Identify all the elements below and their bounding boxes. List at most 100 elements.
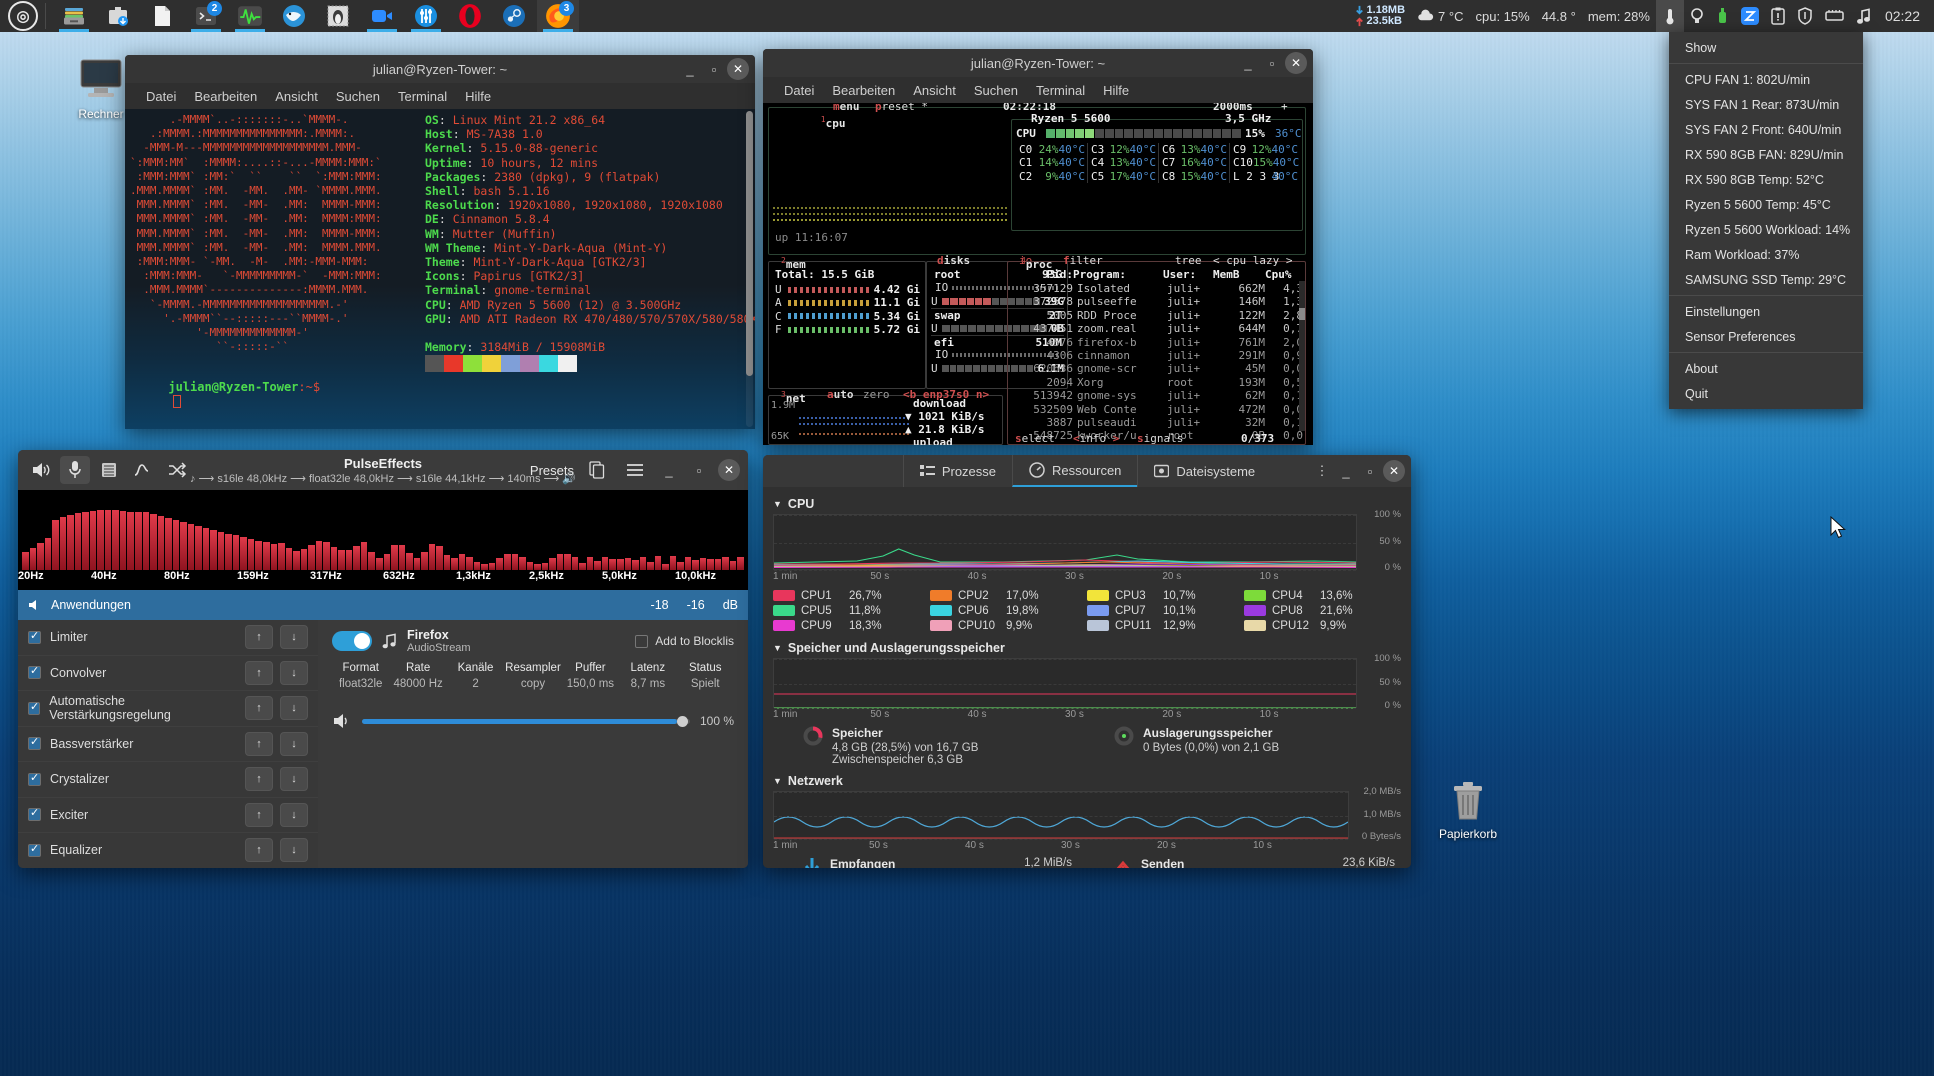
menu-item[interactable]: Ram Workload: 37%	[1669, 242, 1863, 267]
menu-item[interactable]: About	[1669, 356, 1863, 381]
btop-proc-row[interactable]: 532509Web Contejuli+472M0,0	[1013, 403, 1303, 416]
menu-item-show[interactable]: Show	[1669, 35, 1863, 60]
close-button[interactable]: ✕	[727, 58, 749, 80]
shuffle-icon[interactable]	[162, 456, 192, 484]
menu-bearbeiten[interactable]: Bearbeiten	[823, 83, 904, 98]
section-network-header[interactable]: ▼ Netzwerk	[773, 774, 1401, 788]
blocklist-checkbox[interactable]	[635, 635, 648, 648]
menu-terminal[interactable]: Terminal	[1027, 83, 1094, 98]
app-enable-toggle[interactable]	[332, 631, 372, 651]
move-up-button[interactable]: ↑	[245, 625, 273, 649]
menu-ansicht[interactable]: Ansicht	[904, 83, 965, 98]
titlebar[interactable]: julian@Ryzen-Tower: ~ _ ▫ ✕	[125, 55, 755, 83]
volume-slider[interactable]	[362, 719, 690, 724]
thermometer-icon[interactable]	[1656, 0, 1684, 32]
effect-row[interactable]: Limiter↑↓	[18, 620, 318, 656]
menu-item[interactable]: SYS FAN 2 Front: 640U/min	[1669, 117, 1863, 142]
move-up-button[interactable]: ↑	[245, 732, 273, 756]
btop-interval-plus[interactable]: +	[1281, 103, 1288, 113]
terminal-window-neofetch[interactable]: julian@Ryzen-Tower: ~ _ ▫ ✕ Datei Bearbe…	[125, 55, 755, 429]
launcher-pulseeffects[interactable]	[405, 0, 447, 32]
launcher-files[interactable]	[53, 0, 95, 32]
effect-checkbox[interactable]	[28, 773, 41, 786]
btop-proc-row[interactable]: 4576firefox-bjuli+761M2,0	[1013, 336, 1303, 349]
desktop-icon-papierkorb[interactable]: Papierkorb	[1422, 775, 1514, 841]
btop-proc-row[interactable]: 372578pulseeffejuli+146M1,3	[1013, 295, 1303, 308]
menu-item[interactable]: Ryzen 5 5600 Temp: 45°C	[1669, 192, 1863, 217]
effect-row[interactable]: Convolver↑↓	[18, 656, 318, 692]
panel-clock[interactable]: 02:22	[1877, 8, 1928, 24]
menu-item[interactable]: Ryzen 5 5600 Workload: 14%	[1669, 217, 1863, 242]
kebab-menu-icon[interactable]: ⋮	[1311, 460, 1333, 482]
effect-checkbox[interactable]	[28, 737, 41, 750]
btop-output[interactable]: 1cpu menu preset * 02:22:18 2000ms + up …	[763, 103, 1313, 445]
menu-hilfe[interactable]: Hilfe	[1094, 83, 1138, 98]
menu-bearbeiten[interactable]: Bearbeiten	[185, 89, 266, 104]
network-speed-indicator[interactable]: 1.18MB 23.5kB	[1354, 5, 1406, 27]
clipboard-icon[interactable]	[1765, 0, 1791, 32]
close-button[interactable]: ✕	[718, 459, 740, 481]
menu-item[interactable]: RX 590 8GB FAN: 829U/min	[1669, 142, 1863, 167]
cpu-temp-indicator[interactable]: 44.8 °	[1536, 0, 1582, 32]
sensors-context-menu[interactable]: Show CPU FAN 1: 802U/minSYS FAN 1 Rear: …	[1669, 32, 1863, 409]
menu-item[interactable]: Sensor Preferences	[1669, 324, 1863, 349]
presets-button[interactable]: Presets	[530, 463, 574, 478]
btop-proc-row[interactable]: 357129Isolatedjuli+662M4,3	[1013, 282, 1303, 295]
btop-proc-sort[interactable]: < cpu lazy >	[1213, 254, 1292, 267]
menu-hilfe[interactable]: Hilfe	[456, 89, 500, 104]
terminal-window-btop[interactable]: julian@Ryzen-Tower: ~ _ ▫ ✕ Datei Bearbe…	[763, 49, 1313, 445]
lightbulb-icon[interactable]	[1684, 0, 1710, 32]
close-button[interactable]: ✕	[1285, 52, 1307, 74]
menu-datei[interactable]: Datei	[775, 83, 823, 98]
shield-icon[interactable]	[1791, 0, 1819, 32]
minimize-button[interactable]: _	[679, 58, 701, 80]
effect-row[interactable]: Exciter↑↓	[18, 798, 318, 834]
menu-item[interactable]: Quit	[1669, 381, 1863, 406]
mixer-icon[interactable]	[94, 456, 124, 484]
selected-effect-row[interactable]: Anwendungen -18 -16 dB	[18, 590, 748, 620]
btop-proc-header-cell[interactable]: MemB	[1213, 268, 1265, 281]
tab-dateisysteme[interactable]: Dateisysteme	[1137, 455, 1271, 487]
btop-proc-row[interactable]: 437451zoom.realjuli+644M0,7	[1013, 322, 1303, 335]
btop-proc-row[interactable]: 513942gnome-sysjuli+62M0,1	[1013, 389, 1303, 402]
menu-terminal[interactable]: Terminal	[389, 89, 456, 104]
system-monitor-window[interactable]: Prozesse Ressourcen Dateisysteme ⋮ _ ▫ ✕…	[763, 455, 1411, 868]
launcher-thunderbird[interactable]	[273, 0, 315, 32]
menu-item[interactable]: CPU FAN 1: 802U/min	[1669, 67, 1863, 92]
effect-checkbox[interactable]	[28, 808, 41, 821]
btop-proc-tree[interactable]: tree	[1175, 254, 1202, 267]
zoom-z-icon[interactable]	[1735, 0, 1765, 32]
move-down-button[interactable]: ↓	[280, 767, 308, 791]
effect-checkbox[interactable]	[28, 666, 41, 679]
menu-item[interactable]: SYS FAN 1 Rear: 873U/min	[1669, 92, 1863, 117]
move-up-button[interactable]: ↑	[245, 661, 273, 685]
menu-item[interactable]: RX 590 8GB Temp: 52°C	[1669, 167, 1863, 192]
launcher-libreoffice[interactable]	[141, 0, 183, 32]
launcher-firefox[interactable]: 3	[537, 0, 579, 32]
move-down-button[interactable]: ↓	[280, 696, 308, 720]
minimize-button[interactable]: _	[658, 459, 680, 481]
btop-proc-row[interactable]: 3887pulseaudijuli+32M0,1	[1013, 416, 1303, 429]
btop-net-auto[interactable]: uto	[834, 388, 854, 401]
section-memory-header[interactable]: ▼ Speicher und Auslagerungsspeicher	[773, 641, 1401, 655]
minimize-button[interactable]: _	[1237, 52, 1259, 74]
move-up-button[interactable]: ↑	[245, 803, 273, 827]
effect-row[interactable]: Automatische Verstärkungsregelung↑↓	[18, 691, 318, 727]
btop-proc-header-cell[interactable]: User:	[1163, 268, 1213, 281]
btop-proc-row[interactable]: 620636gnome-scrjuli+45M0,0	[1013, 362, 1303, 375]
volume-slider-handle[interactable]	[677, 716, 688, 727]
music-note-icon[interactable]	[1850, 0, 1877, 32]
effect-row[interactable]: Crystalizer↑↓	[18, 762, 318, 798]
mint-menu-icon[interactable]: ◎	[8, 1, 38, 31]
launcher-stamp[interactable]	[317, 0, 359, 32]
menu-suchen[interactable]: Suchen	[327, 89, 389, 104]
launcher-opera[interactable]	[449, 0, 491, 32]
move-up-button[interactable]: ↑	[245, 767, 273, 791]
effect-row[interactable]: Bassverstärker↑↓	[18, 727, 318, 763]
btop-proc-row[interactable]: 2094Xorgroot193M0,5	[1013, 376, 1303, 389]
launcher-software-manager[interactable]	[97, 0, 139, 32]
effect-checkbox[interactable]	[28, 702, 40, 715]
move-down-button[interactable]: ↓	[280, 803, 308, 827]
maximize-button[interactable]: ▫	[1359, 460, 1381, 482]
launcher-system-monitor[interactable]	[229, 0, 271, 32]
